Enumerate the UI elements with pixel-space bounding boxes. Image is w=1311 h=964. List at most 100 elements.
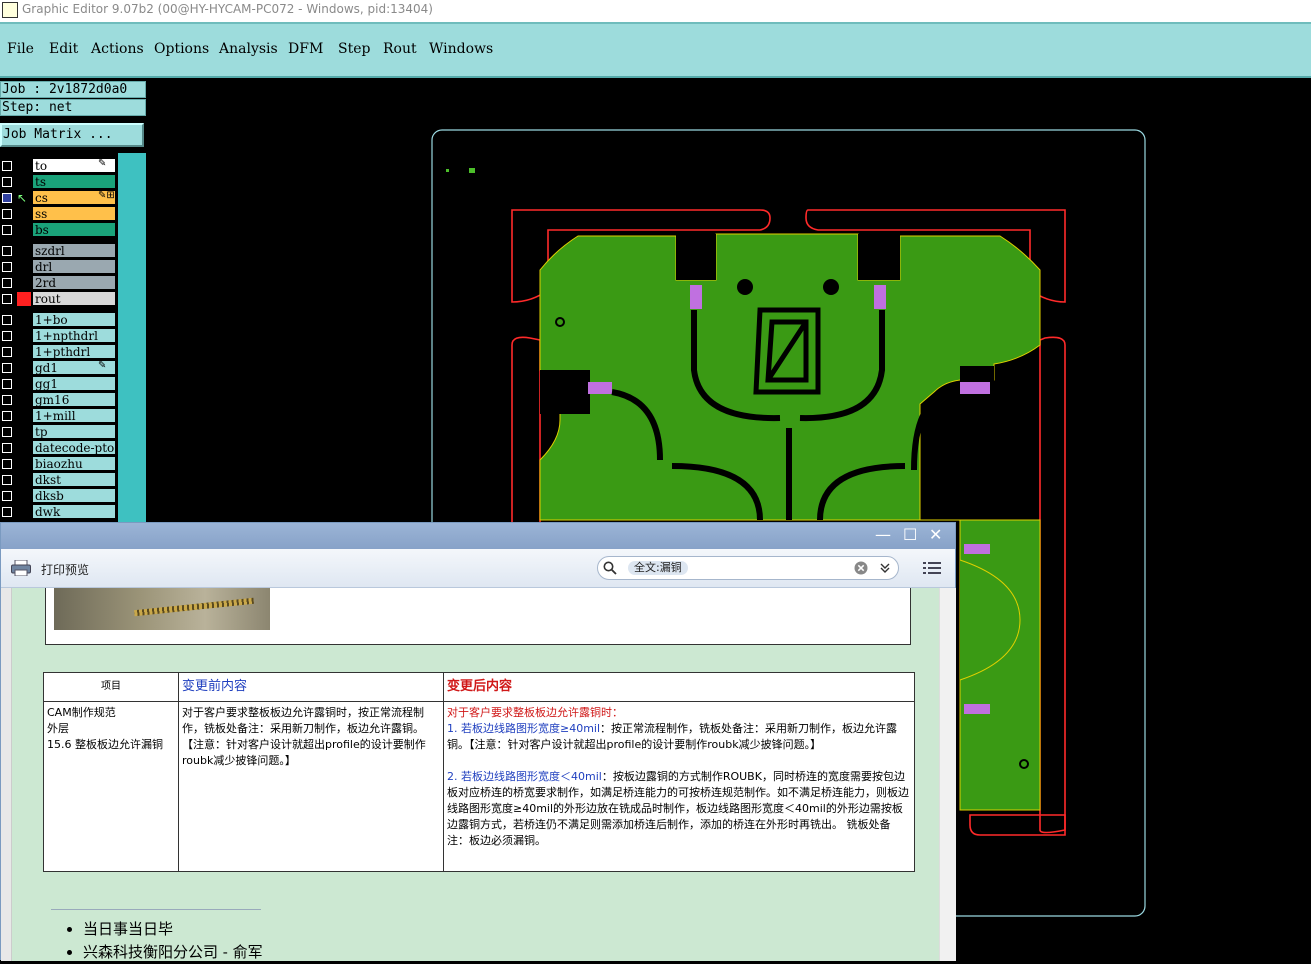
layer-checkbox[interactable] <box>2 331 12 341</box>
layer-checkbox[interactable] <box>2 507 12 517</box>
layer-color-swatch[interactable] <box>17 175 31 189</box>
layer-color-swatch[interactable] <box>17 159 31 173</box>
layer-row-ts[interactable]: ts <box>0 174 118 190</box>
layer-color-swatch[interactable]: ↖ <box>17 191 31 205</box>
search-options-icon[interactable] <box>877 560 893 576</box>
layer-name[interactable]: dwk <box>32 504 116 519</box>
layer-color-swatch[interactable] <box>17 223 31 237</box>
layer-name[interactable]: rout <box>32 291 116 306</box>
menu-file[interactable]: File <box>7 41 34 57</box>
document-view[interactable]: 项目 变更前内容 变更后内容 CAM制作规范 外层 15.6 整板板边允许漏铜 … <box>1 588 939 961</box>
layer-name[interactable]: gm16 <box>32 392 116 407</box>
layer-color-swatch[interactable] <box>17 292 31 306</box>
layer-row-1+npthdrl[interactable]: 1+npthdrl <box>0 328 118 344</box>
list-menu-icon[interactable] <box>923 560 941 576</box>
layer-row-to[interactable]: to ✎ <box>0 158 118 174</box>
layer-checkbox[interactable] <box>2 443 12 453</box>
layer-name[interactable]: ts <box>32 174 116 189</box>
layer-name[interactable]: biaozhu <box>32 456 116 471</box>
layer-row-2rd[interactable]: 2rd <box>0 275 118 291</box>
layer-row-biaozhu[interactable]: biaozhu <box>0 456 118 472</box>
layer-name[interactable]: ss <box>32 206 116 221</box>
printer-icon[interactable] <box>11 560 31 576</box>
layer-name[interactable]: dksb <box>32 488 116 503</box>
close-icon[interactable]: ✕ <box>929 525 942 544</box>
search-input[interactable]: 全文:漏铜 <box>628 561 688 575</box>
layer-row-1+mill[interactable]: 1+mill <box>0 408 118 424</box>
layer-name[interactable]: drl <box>32 259 116 274</box>
layer-row-gd1[interactable]: gd1 ✎ <box>0 360 118 376</box>
layer-color-swatch[interactable] <box>17 260 31 274</box>
layer-row-szdrl[interactable]: szdrl <box>0 243 118 259</box>
maximize-icon[interactable]: ☐ <box>903 525 917 544</box>
layer-name[interactable]: szdrl <box>32 243 116 258</box>
minimize-icon[interactable]: — <box>875 525 891 544</box>
layer-row-datecode-pto[interactable]: datecode-pto <box>0 440 118 456</box>
layer-checkbox[interactable] <box>2 278 12 288</box>
layer-row-dksb[interactable]: dksb <box>0 488 118 504</box>
layer-row-bs[interactable]: bs <box>0 222 118 238</box>
menu-step[interactable]: Step <box>338 41 370 57</box>
layer-color-swatch[interactable] <box>17 345 31 359</box>
document-scrollbar[interactable] <box>939 588 956 961</box>
layer-color-swatch[interactable] <box>17 457 31 471</box>
layer-checkbox[interactable] <box>2 161 12 171</box>
layer-name[interactable]: datecode-pto <box>32 440 116 455</box>
layer-name[interactable]: tp <box>32 424 116 439</box>
layer-name[interactable]: 1+mill <box>32 408 116 423</box>
layer-row-dwk[interactable]: dwk <box>0 504 118 520</box>
layer-checkbox[interactable] <box>2 459 12 469</box>
layer-color-swatch[interactable] <box>17 441 31 455</box>
layer-color-swatch[interactable] <box>17 207 31 221</box>
layer-color-swatch[interactable] <box>17 489 31 503</box>
search-box[interactable]: 全文:漏铜 <box>597 556 899 580</box>
layer-checkbox[interactable] <box>2 395 12 405</box>
layer-checkbox[interactable] <box>2 294 12 304</box>
layer-checkbox[interactable] <box>2 347 12 357</box>
layer-row-cs[interactable]: ↖ cs ✎⊞ <box>0 190 118 206</box>
layer-color-swatch[interactable] <box>17 505 31 519</box>
layer-checkbox[interactable] <box>2 411 12 421</box>
layer-color-swatch[interactable] <box>17 329 31 343</box>
layer-color-swatch[interactable] <box>17 361 31 375</box>
menu-actions[interactable]: Actions <box>91 41 144 57</box>
menu-edit[interactable]: Edit <box>49 41 78 57</box>
layer-row-ss[interactable]: ss <box>0 206 118 222</box>
layer-checkbox[interactable] <box>2 209 12 219</box>
layer-checkbox[interactable] <box>2 379 12 389</box>
layer-color-swatch[interactable] <box>17 244 31 258</box>
layer-checkbox[interactable] <box>2 193 12 203</box>
layer-checkbox[interactable] <box>2 363 12 373</box>
layer-color-swatch[interactable] <box>17 393 31 407</box>
layer-name[interactable]: dkst <box>32 472 116 487</box>
layer-color-swatch[interactable] <box>17 409 31 423</box>
layer-checkbox[interactable] <box>2 491 12 501</box>
layer-row-1+bo[interactable]: 1+bo <box>0 312 118 328</box>
menu-rout[interactable]: Rout <box>383 41 417 57</box>
menu-analysis[interactable]: Analysis <box>219 41 278 57</box>
layer-checkbox[interactable] <box>2 177 12 187</box>
job-matrix-button[interactable]: Job Matrix ... <box>0 123 144 147</box>
layer-checkbox[interactable] <box>2 225 12 235</box>
layer-row-tp[interactable]: tp <box>0 424 118 440</box>
layer-color-swatch[interactable] <box>17 425 31 439</box>
layer-color-swatch[interactable] <box>17 473 31 487</box>
layer-row-drl[interactable]: drl <box>0 259 118 275</box>
layer-checkbox[interactable] <box>2 315 12 325</box>
menu-windows[interactable]: Windows <box>429 41 493 57</box>
clear-search-icon[interactable] <box>854 561 868 575</box>
layer-row-gm16[interactable]: gm16 <box>0 392 118 408</box>
layer-checkbox[interactable] <box>2 475 12 485</box>
menu-dfm[interactable]: DFM <box>288 41 323 57</box>
layer-name[interactable]: 1+pthdrl <box>32 344 116 359</box>
layer-checkbox[interactable] <box>2 246 12 256</box>
layer-name[interactable]: gg1 <box>32 376 116 391</box>
layer-name[interactable]: bs <box>32 222 116 237</box>
layer-checkbox[interactable] <box>2 262 12 272</box>
menu-options[interactable]: Options <box>154 41 209 57</box>
layer-name[interactable]: 2rd <box>32 275 116 290</box>
layer-color-swatch[interactable] <box>17 313 31 327</box>
layer-checkbox[interactable] <box>2 427 12 437</box>
layer-row-1+pthdrl[interactable]: 1+pthdrl <box>0 344 118 360</box>
layer-color-swatch[interactable] <box>17 276 31 290</box>
